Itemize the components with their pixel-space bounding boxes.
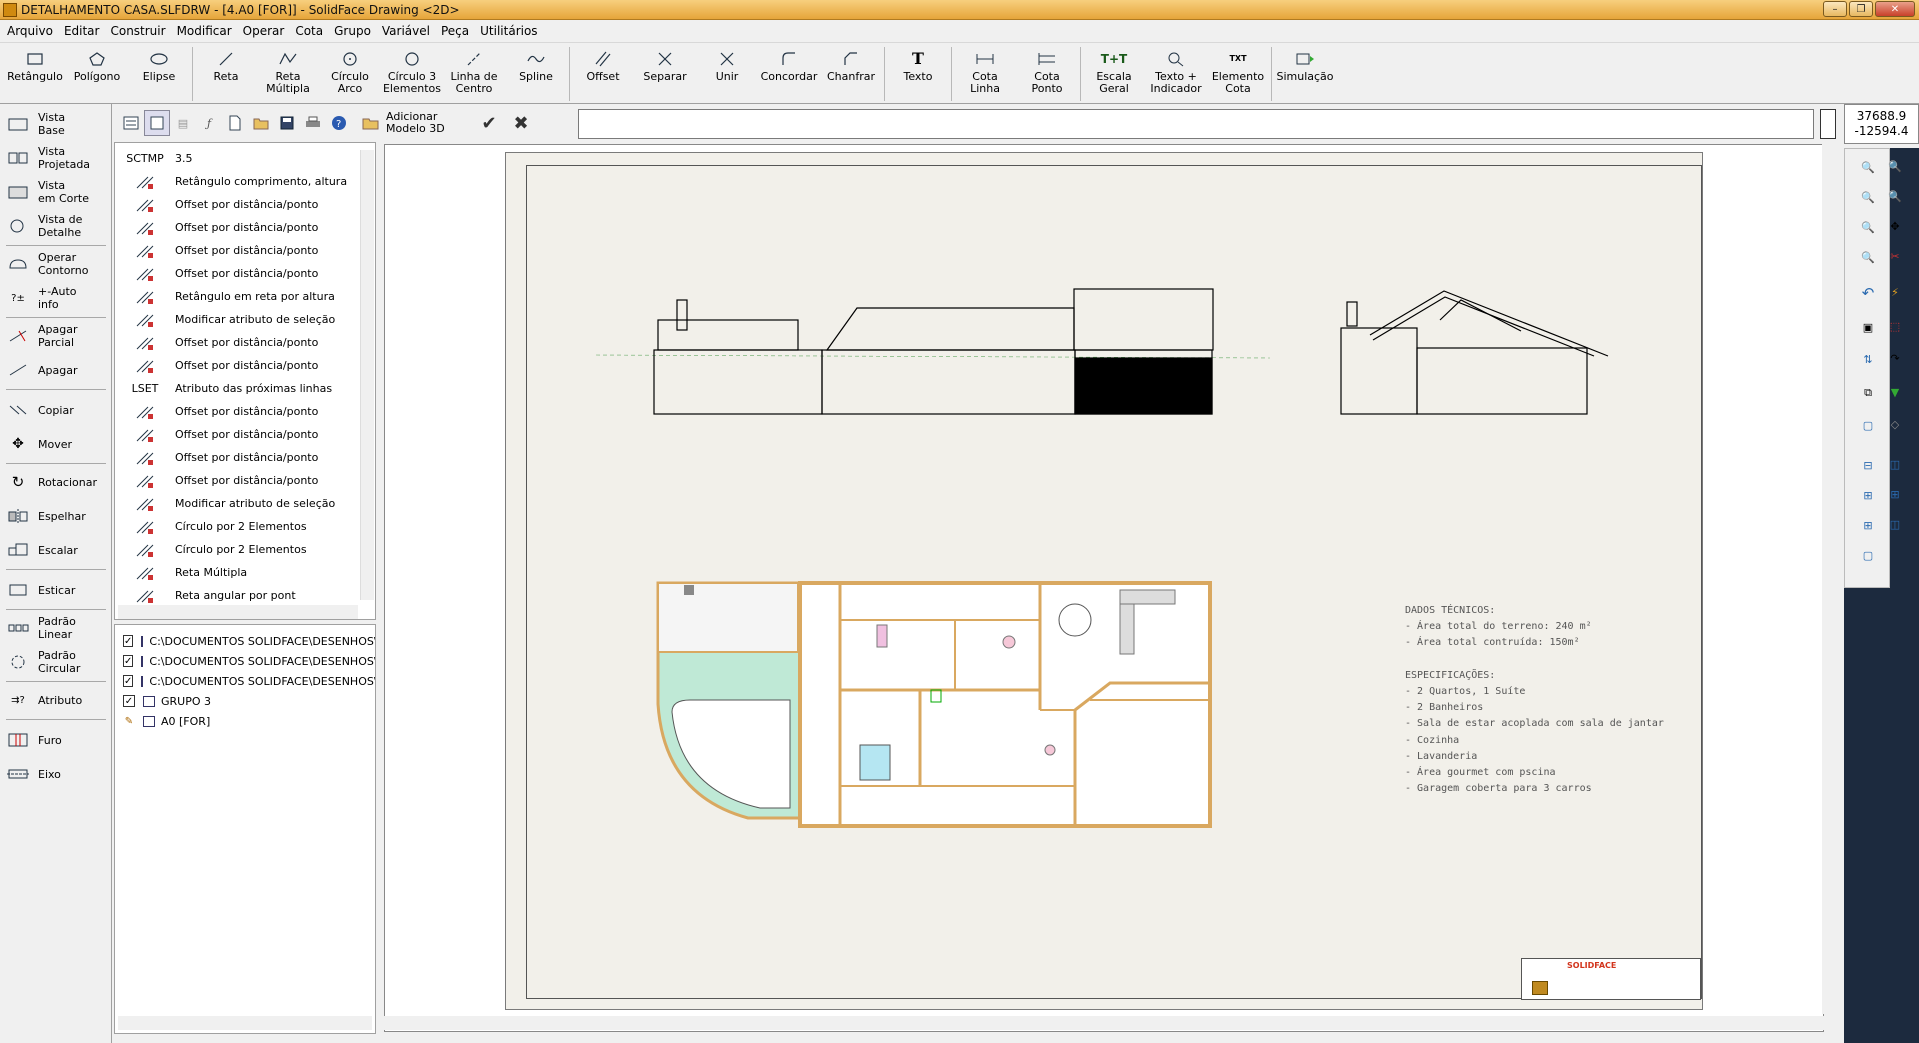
- app-window: DETALHAMENTO CASA.SLFDRW - [4.A0 [FOR]] …: [0, 0, 1919, 1043]
- titleblock-logo-icon: [1532, 981, 1548, 995]
- title-block: SOLIDFACE: [1521, 958, 1701, 1000]
- split-quad-icon[interactable]: ⊞: [1855, 483, 1881, 507]
- eraser-icon[interactable]: ◇: [1882, 412, 1908, 436]
- zoom-window-icon[interactable]: 🔍: [1855, 185, 1881, 209]
- zoom-previous-icon[interactable]: 🔍: [1882, 184, 1908, 208]
- front-elevation: [595, 288, 1271, 415]
- right-dark-area: [1844, 588, 1919, 1043]
- redo-icon[interactable]: ↷: [1882, 346, 1908, 370]
- right-strip: 🔍 🔍 ✥ ✂ ⚡ ⬚ ↷ ▼ ◇ ◫ ⊞ ◫: [1888, 148, 1919, 588]
- split-horizontal-icon[interactable]: ⊟: [1855, 453, 1881, 477]
- titleblock-brand: SOLIDFACE: [1567, 961, 1617, 970]
- views-icon[interactable]: ⧉: [1855, 381, 1881, 405]
- filter-icon[interactable]: ▼: [1882, 380, 1908, 404]
- split-four-icon[interactable]: ◫: [1882, 512, 1908, 536]
- zoom-realtime-icon[interactable]: 🔍: [1882, 154, 1908, 178]
- lightning-icon[interactable]: ⚡: [1882, 280, 1908, 304]
- pan-icon[interactable]: ✥: [1882, 214, 1908, 238]
- side-elevation: [1340, 290, 1609, 415]
- specifications-text: DADOS TÉCNICOS: - Área total do terreno:…: [1405, 605, 1664, 795]
- active-view-icon[interactable]: ▢: [1855, 543, 1881, 567]
- refresh-icon[interactable]: ⇅: [1855, 347, 1881, 371]
- canvas-horizontal-scrollbar[interactable]: [384, 1016, 1824, 1030]
- tools-icon[interactable]: ✂: [1882, 244, 1908, 268]
- zoom-fit-icon[interactable]: 🔍: [1855, 245, 1881, 269]
- zoom-icon[interactable]: 🔍: [1855, 155, 1881, 179]
- print-preview-icon[interactable]: ▣: [1855, 315, 1881, 339]
- split-grid-icon[interactable]: ⊞: [1855, 513, 1881, 537]
- floor-plan: [656, 581, 1212, 828]
- zoom-in-icon[interactable]: 🔍: [1855, 215, 1881, 239]
- canvas-vertical-scrollbar[interactable]: [1822, 144, 1836, 1014]
- split-vertical-icon[interactable]: ◫: [1882, 452, 1908, 476]
- undo-icon[interactable]: ↶: [1855, 281, 1881, 305]
- drawing-geometry: [595, 288, 1609, 828]
- split-three-icon[interactable]: ⊞: [1882, 482, 1908, 506]
- select-window-icon[interactable]: ⬚: [1882, 314, 1908, 338]
- single-view-icon[interactable]: ▢: [1855, 413, 1881, 437]
